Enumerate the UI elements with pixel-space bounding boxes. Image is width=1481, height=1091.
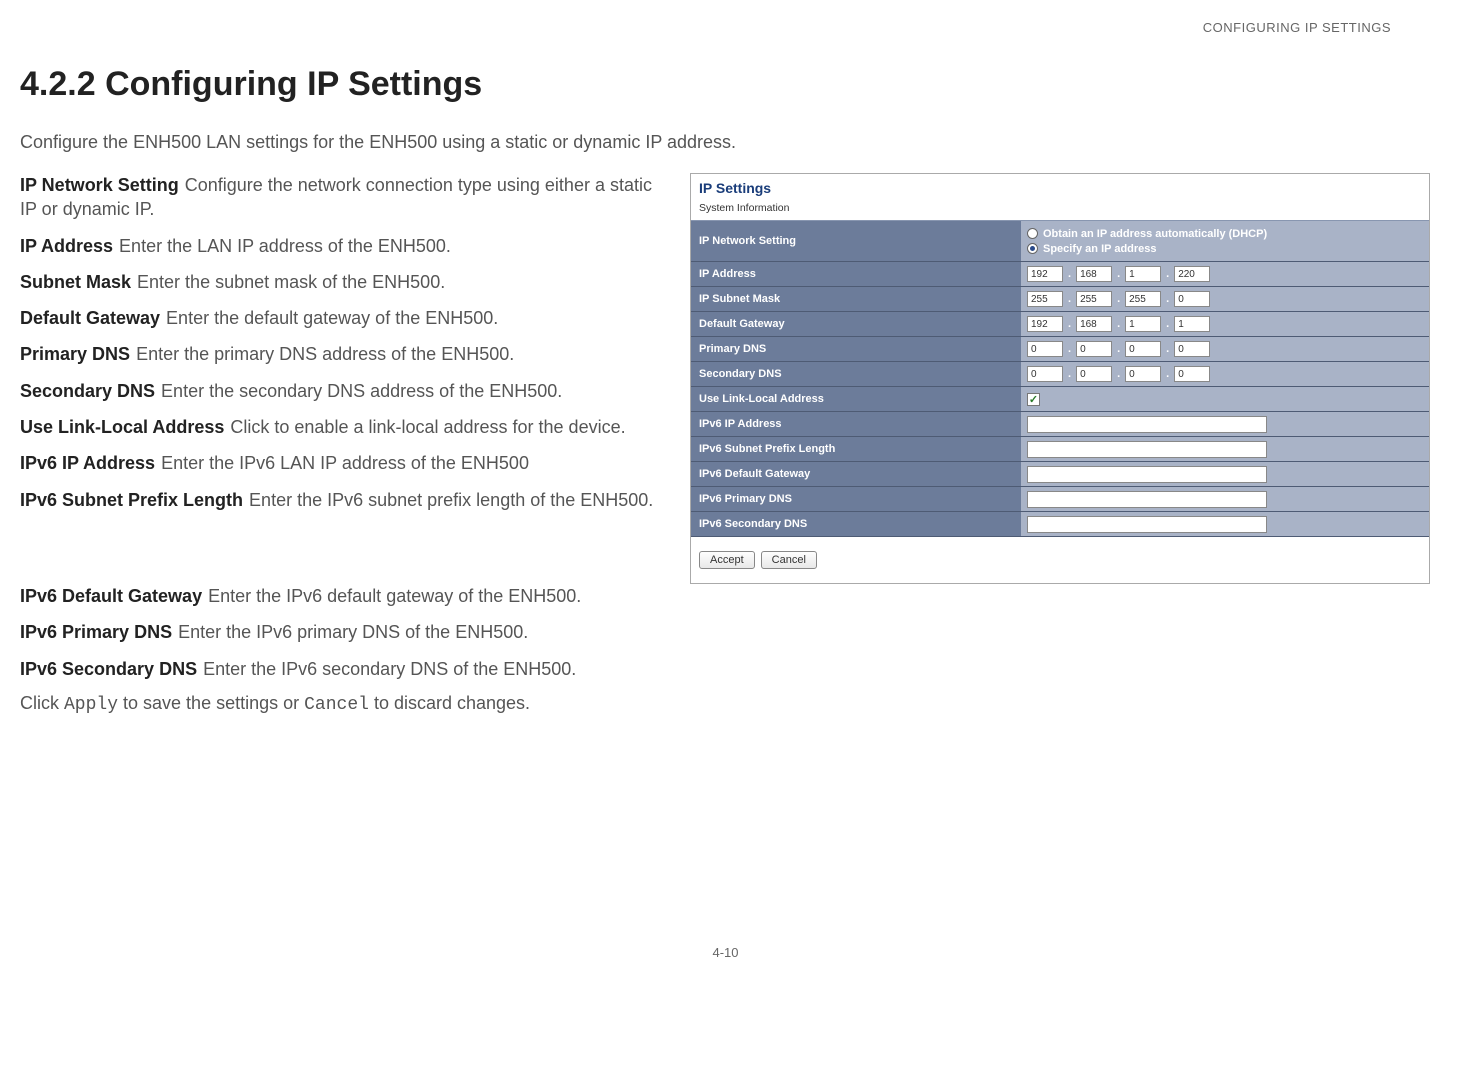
page-footer: 4-10	[20, 945, 1431, 960]
ipv6-pdns-input[interactable]	[1027, 491, 1267, 508]
ip-octet-input[interactable]: 168	[1076, 266, 1112, 282]
definition-item: IPv6 Primary DNSEnter the IPv6 primary D…	[20, 620, 780, 644]
ip-settings-screenshot: IP Settings System Information IP Networ…	[690, 173, 1430, 584]
ip-octet-input[interactable]: 255	[1076, 291, 1112, 307]
definition-item: IPv6 Subnet Prefix LengthEnter the IPv6 …	[20, 488, 660, 512]
definitions-full-width: IPv6 Default GatewayEnter the IPv6 defau…	[20, 584, 1431, 715]
definition-item: Subnet MaskEnter the subnet mask of the …	[20, 270, 660, 294]
ip-octet-input[interactable]: 1	[1174, 316, 1210, 332]
definition-item: IPv6 IP AddressEnter the IPv6 LAN IP add…	[20, 451, 660, 475]
ipv6-sdns-input[interactable]	[1027, 516, 1267, 533]
ip-octet-input[interactable]: 0	[1174, 341, 1210, 357]
ipv6-ip-input[interactable]	[1027, 416, 1267, 433]
ip-octet-input[interactable]: 168	[1076, 316, 1112, 332]
definition-item: IP Network SettingConfigure the network …	[20, 173, 660, 222]
page-header: CONFIGURING IP SETTINGS	[20, 20, 1431, 35]
main-heading: 4.2.2 Configuring IP Settings	[20, 65, 1431, 104]
ip-octet-input[interactable]: 0	[1027, 341, 1063, 357]
definition-item: IP AddressEnter the LAN IP address of th…	[20, 234, 660, 258]
ip-octet-input[interactable]: 192	[1027, 316, 1063, 332]
row-ip-address: IP Address 192. 168. 1. 220	[691, 262, 1429, 287]
row-ipv6-pdns: IPv6 Primary DNS	[691, 487, 1429, 512]
row-ipv6-gateway: IPv6 Default Gateway	[691, 462, 1429, 487]
definition-item: Primary DNSEnter the primary DNS address…	[20, 342, 660, 366]
definitions-column: IP Network SettingConfigure the network …	[20, 173, 660, 524]
ip-octet-input[interactable]: 0	[1174, 291, 1210, 307]
ip-octet-input[interactable]: 255	[1125, 291, 1161, 307]
row-primary-dns: Primary DNS 0. 0. 0. 0	[691, 337, 1429, 362]
link-local-checkbox[interactable]: ✓	[1027, 393, 1040, 406]
ip-octet-input[interactable]: 1	[1125, 316, 1161, 332]
ss-subtitle: System Information	[691, 200, 1429, 221]
definition-item: Default GatewayEnter the default gateway…	[20, 306, 660, 330]
radio-icon	[1027, 243, 1038, 254]
radio-dhcp[interactable]: Obtain an IP address automatically (DHCP…	[1027, 228, 1267, 240]
ip-octet-input[interactable]: 220	[1174, 266, 1210, 282]
ipv6-gateway-input[interactable]	[1027, 466, 1267, 483]
ip-octet-input[interactable]: 255	[1027, 291, 1063, 307]
accept-button[interactable]: Accept	[699, 551, 755, 569]
ss-title: IP Settings	[691, 174, 1429, 200]
definition-item: IPv6 Default GatewayEnter the IPv6 defau…	[20, 584, 780, 608]
row-ipv6-ip: IPv6 IP Address	[691, 412, 1429, 437]
ip-octet-input[interactable]: 0	[1174, 366, 1210, 382]
ip-octet-input[interactable]: 0	[1076, 366, 1112, 382]
definition-item: Secondary DNSEnter the secondary DNS add…	[20, 379, 660, 403]
definition-item: Use Link-Local AddressClick to enable a …	[20, 415, 660, 439]
row-ipv6-sdns: IPv6 Secondary DNS	[691, 512, 1429, 537]
ip-octet-input[interactable]: 0	[1125, 341, 1161, 357]
ipv6-prefix-input[interactable]	[1027, 441, 1267, 458]
row-default-gateway: Default Gateway 192. 168. 1. 1	[691, 312, 1429, 337]
row-subnet-mask: IP Subnet Mask 255. 255. 255. 0	[691, 287, 1429, 312]
ip-octet-input[interactable]: 0	[1076, 341, 1112, 357]
row-ipv6-prefix: IPv6 Subnet Prefix Length	[691, 437, 1429, 462]
radio-icon	[1027, 228, 1038, 239]
radio-static[interactable]: Specify an IP address	[1027, 243, 1157, 255]
intro-text: Configure the ENH500 LAN settings for th…	[20, 132, 1431, 153]
closing-text: Click Apply to save the settings or Canc…	[20, 693, 1431, 715]
ip-octet-input[interactable]: 0	[1125, 366, 1161, 382]
ip-octet-input[interactable]: 192	[1027, 266, 1063, 282]
row-ip-network-setting: IP Network Setting Obtain an IP address …	[691, 221, 1429, 262]
row-secondary-dns: Secondary DNS 0. 0. 0. 0	[691, 362, 1429, 387]
ip-octet-input[interactable]: 0	[1027, 366, 1063, 382]
ip-octet-input[interactable]: 1	[1125, 266, 1161, 282]
cancel-button[interactable]: Cancel	[761, 551, 817, 569]
definition-item: IPv6 Secondary DNSEnter the IPv6 seconda…	[20, 657, 780, 681]
row-use-link-local: Use Link-Local Address ✓	[691, 387, 1429, 412]
